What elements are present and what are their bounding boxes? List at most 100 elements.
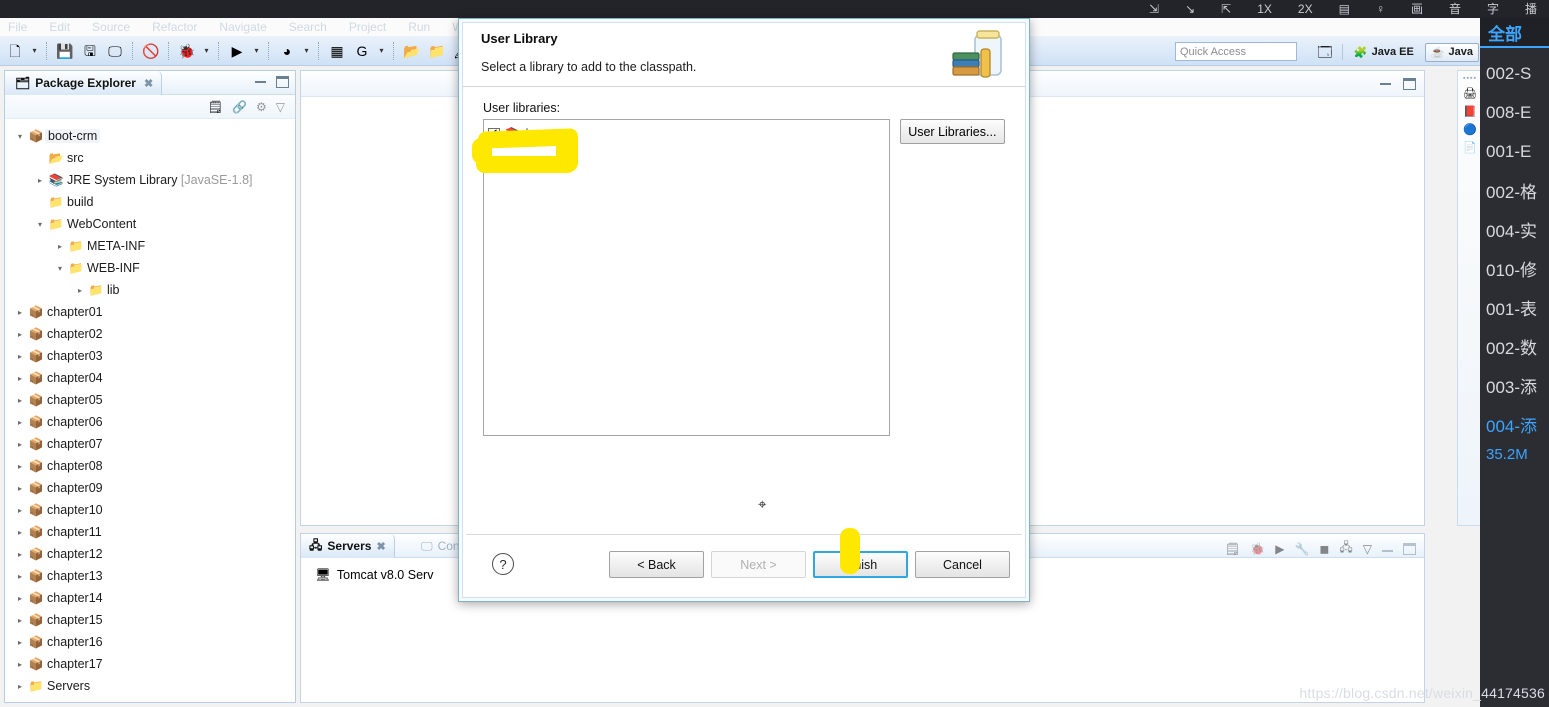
twisty-collapsed-icon[interactable]: ▸: [33, 176, 47, 185]
close-icon[interactable]: ✖: [376, 540, 385, 553]
minimize-icon[interactable]: [255, 76, 266, 83]
twisty-collapsed-icon[interactable]: ▸: [13, 594, 27, 603]
tree-row[interactable]: ▾ 📦 boot-crm: [5, 125, 295, 147]
tree-row[interactable]: ▸ 📦 chapter09: [5, 477, 295, 499]
run-dropdown-arrow[interactable]: ▾: [251, 46, 262, 55]
maximize-icon[interactable]: [1403, 78, 1416, 90]
menu-item-project[interactable]: Project: [349, 20, 386, 34]
bookmark-icon[interactable]: 📕: [1463, 107, 1477, 118]
cancel-button[interactable]: Cancel: [915, 551, 1010, 578]
pointer-icon[interactable]: ↘: [1185, 3, 1195, 15]
stop-server-icon[interactable]: ◼: [1319, 542, 1329, 556]
playlist-label[interactable]: 播: [1525, 3, 1537, 15]
episode-item[interactable]: 003-添: [1480, 366, 1549, 405]
perspective-java-ee[interactable]: 🧩 Java EE: [1349, 44, 1419, 61]
tree-row[interactable]: ▸ 📦 chapter04: [5, 367, 295, 389]
speed-1x[interactable]: 1X: [1257, 3, 1272, 15]
twisty-collapsed-icon[interactable]: ▸: [13, 462, 27, 471]
server-dropdown-arrow[interactable]: ▾: [301, 46, 312, 55]
subtitle-label[interactable]: 字: [1487, 3, 1499, 15]
start-server-icon[interactable]: ▶: [1275, 542, 1284, 556]
episode-item[interactable]: 004-添: [1480, 405, 1549, 444]
twisty-collapsed-icon[interactable]: ▸: [13, 550, 27, 559]
tree-row[interactable]: ▸ 📦 chapter16: [5, 631, 295, 653]
episode-item[interactable]: 004-实: [1480, 210, 1549, 249]
twisty-collapsed-icon[interactable]: ▸: [53, 242, 67, 251]
external-dropdown-arrow[interactable]: ▾: [376, 46, 387, 55]
tree-row[interactable]: ▸ 📦 chapter14: [5, 587, 295, 609]
twisty-collapsed-icon[interactable]: ▸: [13, 308, 27, 317]
printer-icon[interactable]: 🖨: [1463, 89, 1477, 100]
episode-item[interactable]: 001-表: [1480, 288, 1549, 327]
episode-list[interactable]: 002-S 008-E 001-E 002-格 004-实 010-修 001-表 002-数…: [1480, 48, 1549, 444]
maximize-icon[interactable]: [1403, 542, 1416, 555]
back-button[interactable]: < Back: [609, 551, 704, 578]
twisty-collapsed-icon[interactable]: ▸: [13, 352, 27, 361]
twisty-collapsed-icon[interactable]: ▸: [13, 418, 27, 427]
tree-row[interactable]: ▸ 📚 JRE System Library [JavaSE-1.8]: [5, 169, 295, 191]
tree-row[interactable]: ▾ 📁 WebContent: [5, 213, 295, 235]
twisty-collapsed-icon[interactable]: ▸: [13, 528, 27, 537]
episode-item[interactable]: 001-E: [1480, 132, 1549, 171]
at-icon[interactable]: 🔵: [1463, 125, 1477, 136]
twisty-collapsed-icon[interactable]: ▸: [13, 484, 27, 493]
tree-row[interactable]: ▸ 📦 chapter01: [5, 301, 295, 323]
audio-label[interactable]: 音: [1449, 3, 1461, 15]
close-icon[interactable]: ✖: [144, 77, 153, 90]
minimize-icon[interactable]: [1380, 78, 1391, 85]
tree-row[interactable]: ▾ 📁 WEB-INF: [5, 257, 295, 279]
new-wizard-icon[interactable]: 🗋: [4, 40, 26, 62]
perspective-java[interactable]: ☕ Java: [1424, 42, 1479, 62]
link-with-editor-icon[interactable]: 🔗: [232, 101, 247, 113]
twisty-expanded-icon[interactable]: ▾: [33, 220, 47, 229]
split-screen-icon[interactable]: ▤: [1339, 3, 1350, 15]
tree-row[interactable]: 📁 build: [5, 191, 295, 213]
tree-row[interactable]: ▸ 📦 chapter15: [5, 609, 295, 631]
episode-item[interactable]: 002-S: [1480, 54, 1549, 93]
twisty-collapsed-icon[interactable]: ▸: [13, 660, 27, 669]
publish-icon[interactable]: 🖧: [1339, 538, 1352, 559]
twisty-collapsed-icon[interactable]: ▸: [13, 440, 27, 449]
menu-item-source[interactable]: Source: [92, 20, 130, 34]
view-menu-icon[interactable]: ⚙: [256, 101, 267, 113]
twisty-collapsed-icon[interactable]: ▸: [13, 374, 27, 383]
tree-row[interactable]: ▸ 📦 chapter17: [5, 653, 295, 675]
minimize-icon[interactable]: [1382, 545, 1393, 552]
user-libraries-button[interactable]: User Libraries...: [899, 119, 1005, 144]
bulb-icon[interactable]: ♀: [1376, 3, 1385, 15]
twisty-collapsed-icon[interactable]: ▸: [13, 396, 27, 405]
tree-row[interactable]: ▸ 📦 chapter13: [5, 565, 295, 587]
episode-item[interactable]: 008-E: [1480, 93, 1549, 132]
tab-servers[interactable]: 🖧 Servers ✖: [301, 534, 395, 558]
save-all-icon[interactable]: 🖫: [79, 40, 101, 62]
debug-icon[interactable]: 🐞: [176, 40, 198, 62]
tree-row[interactable]: 📂 src: [5, 147, 295, 169]
episode-item[interactable]: 002-格: [1480, 171, 1549, 210]
twisty-collapsed-icon[interactable]: ▸: [73, 286, 87, 295]
episode-item[interactable]: 010-修: [1480, 249, 1549, 288]
debug-dropdown-arrow[interactable]: ▾: [201, 46, 212, 55]
toggle-console-icon[interactable]: 🖵: [104, 40, 126, 62]
screenshot-icon[interactable]: ⇱: [1221, 3, 1231, 15]
new-server-icon[interactable]: 🗒: [1225, 542, 1240, 556]
menu-item-search[interactable]: Search: [289, 20, 327, 34]
twisty-collapsed-icon[interactable]: ▸: [13, 682, 27, 691]
project-tree[interactable]: ▾ 📦 boot-crm 📂 src ▸ 📚 JRE System Library [Java…: [5, 119, 295, 697]
profile-server-icon[interactable]: 🔧: [1294, 542, 1309, 556]
skip-breakpoints-icon[interactable]: 🚫: [140, 40, 162, 62]
menu-item-edit[interactable]: Edit: [49, 20, 70, 34]
twisty-collapsed-icon[interactable]: ▸: [13, 506, 27, 515]
tree-row[interactable]: ▸ 📁 META-INF: [5, 235, 295, 257]
new-dropdown-arrow[interactable]: ▾: [29, 46, 40, 55]
open-perspective-icon[interactable]: 🗔: [1314, 41, 1336, 63]
filter-icon[interactable]: ▽: [276, 101, 285, 113]
tree-row[interactable]: ▸ 📁 lib: [5, 279, 295, 301]
help-icon[interactable]: ?: [492, 553, 514, 575]
twisty-collapsed-icon[interactable]: ▸: [13, 572, 27, 581]
tree-row[interactable]: ▸ 📦 chapter11: [5, 521, 295, 543]
run-icon[interactable]: ▶: [226, 40, 248, 62]
quick-access-input[interactable]: Quick Access: [1175, 42, 1297, 61]
twisty-expanded-icon[interactable]: ▾: [13, 132, 27, 141]
menu-item-file[interactable]: File: [8, 20, 27, 34]
tree-row[interactable]: ▸ 📦 chapter05: [5, 389, 295, 411]
